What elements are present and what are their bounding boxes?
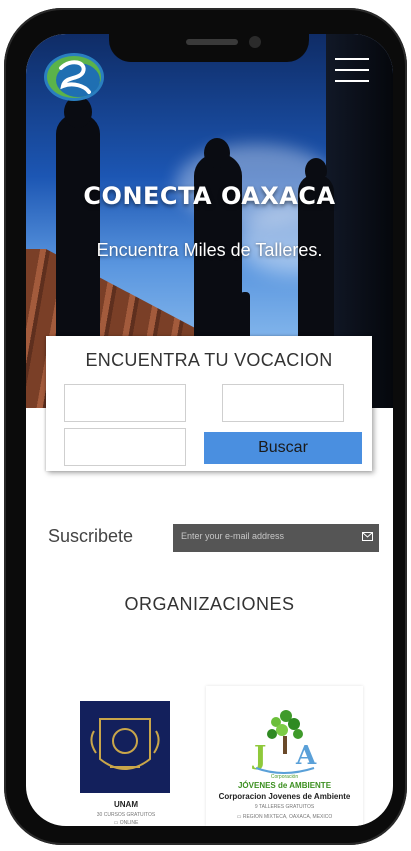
hero-title: CONECTA OAXACA	[83, 182, 336, 210]
search-card: ENCUENTRA TU VOCACION Buscar	[46, 336, 372, 471]
search-field-2[interactable]	[222, 384, 344, 422]
org-card-jovenes-ambiente[interactable]: J A Corporación JÓVENES de AMBIENTE Corp…	[206, 686, 363, 826]
unam-crest-icon	[90, 718, 160, 770]
hero-silhouette	[56, 114, 100, 364]
phone-notch	[109, 28, 309, 62]
subscribe-label: Suscribete	[48, 526, 134, 546]
org-location-text: REGION MIXTECA, OAXACA, MEXICO	[242, 814, 333, 820]
logo-icon[interactable]	[43, 52, 105, 102]
unam-logo	[80, 701, 170, 793]
svg-text:J: J	[252, 741, 266, 771]
organizations-title: ORGANIZACIONES	[124, 594, 295, 614]
org-logo-caption: Corporación	[270, 774, 299, 780]
svg-text:A: A	[295, 741, 317, 771]
hero-silhouette-head	[305, 158, 327, 184]
hero-subtitle: Encuentra Miles de Talleres.	[96, 240, 323, 260]
jovenes-ambiente-logo: J A	[252, 710, 317, 774]
org-name[interactable]: UNAM	[70, 800, 182, 809]
mail-icon[interactable]	[362, 532, 373, 541]
search-field-3[interactable]	[64, 428, 186, 466]
org-location: ▭ ONLINE	[70, 820, 182, 826]
org-card-unam[interactable]: UNAM 30 CURSOS GRATUITOS ▭ ONLINE	[70, 686, 182, 826]
search-title: ENCUENTRA TU VOCACION	[85, 350, 333, 370]
search-button[interactable]: Buscar	[204, 432, 362, 464]
speaker	[186, 39, 238, 45]
org-name[interactable]: Corporacion Jovenes de Ambiente	[206, 792, 363, 801]
org-meta: 9 TALLERES GRATUITOS	[254, 804, 315, 810]
app-screen: CONECTA OAXACA Encuentra Miles de Taller…	[26, 34, 393, 826]
hamburger-menu-icon[interactable]	[335, 58, 369, 86]
phone-frame: CONECTA OAXACA Encuentra Miles de Taller…	[4, 8, 407, 845]
subscribe-email-field[interactable]: Enter your e-mail address	[173, 524, 379, 552]
org-logo-wordmark: JÓVENES de AMBIENTE	[237, 781, 332, 790]
org-meta: 30 CURSOS GRATUITOS	[96, 812, 156, 818]
hero-silhouette-head	[204, 138, 230, 168]
front-camera	[249, 36, 261, 48]
search-field-1[interactable]	[64, 384, 186, 422]
subscribe-email-placeholder[interactable]: Enter your e-mail address	[181, 531, 284, 541]
org-location-text: ONLINE	[119, 820, 139, 826]
org-location: ▭ REGION MIXTECA, OAXACA, MEXICO	[206, 814, 363, 820]
hero-silhouette	[240, 292, 250, 342]
